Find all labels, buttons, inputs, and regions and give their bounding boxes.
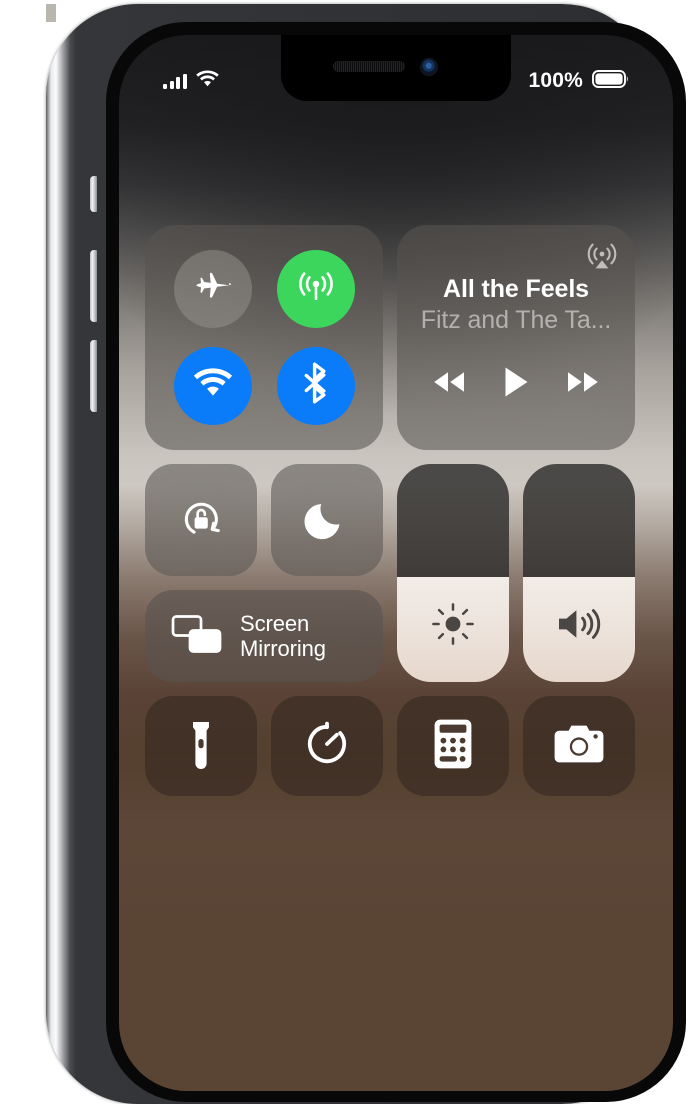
calculator-icon	[433, 718, 473, 775]
now-playing-tile[interactable]: All the Feels Fitz and The Ta...	[397, 225, 635, 450]
play-icon[interactable]	[501, 365, 531, 404]
screen-mirroring-label-line2: Mirroring	[240, 636, 326, 661]
battery-full-icon	[592, 69, 629, 93]
flashlight-icon	[179, 717, 223, 776]
control-center-row-1: All the Feels Fitz and The Ta...	[145, 225, 647, 450]
airplane-mode-button[interactable]	[173, 250, 252, 329]
camera-icon	[552, 722, 606, 771]
control-center: All the Feels Fitz and The Ta... Screen …	[119, 225, 673, 796]
utility-row	[145, 696, 647, 796]
volume-slider-fill	[523, 577, 635, 682]
do-not-disturb-button[interactable]	[271, 464, 383, 576]
battery-percent-label: 100%	[528, 69, 583, 92]
cellular-signal-icon	[163, 73, 187, 89]
phone-screen: 100% All the Feels Fitz and The Ta... Sc…	[119, 35, 673, 1091]
calculator-button[interactable]	[397, 696, 509, 796]
cellular-data-icon	[295, 266, 337, 313]
antenna-band-left	[46, 4, 56, 13]
phone-frame: 100% All the Feels Fitz and The Ta... Sc…	[46, 4, 686, 1104]
screen-mirroring-label-line1: Screen	[240, 611, 310, 636]
volume-up-button[interactable]	[90, 250, 97, 322]
airplane-icon	[193, 267, 233, 312]
screen-mirroring-label: Screen Mirroring	[240, 611, 326, 661]
screen-mirroring-icon	[171, 614, 223, 659]
fast-forward-icon[interactable]	[564, 368, 602, 401]
connectivity-tile	[145, 225, 383, 450]
ringer-switch-button[interactable]	[90, 176, 97, 212]
cellular-data-button[interactable]	[276, 250, 355, 329]
transport-controls	[430, 365, 602, 404]
toggles-row	[145, 464, 383, 576]
antenna-band-right	[46, 13, 56, 22]
bluetooth-button[interactable]	[276, 346, 355, 425]
control-center-row-2: Screen Mirroring	[145, 464, 647, 682]
wifi-icon	[193, 368, 233, 403]
brightness-icon	[430, 601, 476, 652]
flashlight-button[interactable]	[145, 696, 257, 796]
track-title: All the Feels	[443, 275, 589, 303]
timer-icon	[302, 719, 352, 774]
rotation-lock-icon	[173, 490, 229, 551]
moon-icon	[301, 492, 353, 549]
timer-button[interactable]	[271, 696, 383, 796]
bluetooth-icon	[302, 362, 330, 409]
front-camera-icon	[421, 59, 437, 75]
wifi-button[interactable]	[173, 346, 252, 425]
wifi-icon	[195, 70, 219, 92]
display-notch	[281, 35, 511, 101]
track-artist: Fitz and The Ta...	[420, 306, 612, 334]
earpiece-speaker-grille	[333, 61, 405, 72]
screen-mirroring-button[interactable]: Screen Mirroring	[145, 590, 383, 682]
airplay-audio-icon[interactable]	[585, 239, 619, 278]
brightness-slider-fill	[397, 577, 509, 682]
rewind-icon[interactable]	[430, 368, 468, 401]
rotation-lock-button[interactable]	[145, 464, 257, 576]
volume-icon	[553, 602, 605, 651]
sliders-group	[397, 464, 635, 682]
camera-button[interactable]	[523, 696, 635, 796]
brightness-slider[interactable]	[397, 464, 509, 682]
volume-slider[interactable]	[523, 464, 635, 682]
left-controls-stack: Screen Mirroring	[145, 464, 383, 682]
volume-down-button[interactable]	[90, 340, 97, 412]
